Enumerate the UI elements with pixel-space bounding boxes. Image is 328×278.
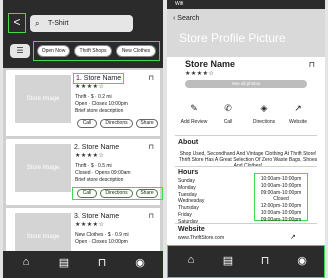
search-query: T-Shirt — [48, 20, 69, 27]
hours-value: 10:00am-10:00pm — [260, 176, 302, 182]
bottom-nav: ⌂ ▤ ⊓ ◉ — [167, 245, 325, 278]
profile-body: Store Name ★★★★☆ ⊓ See all photos ✎ Add … — [167, 57, 325, 245]
hours-value: 12:00pm-10:00pm — [260, 203, 302, 210]
store-image: Store Image — [15, 144, 71, 192]
about-title: About — [178, 139, 199, 146]
action-label: Add Review — [180, 119, 208, 125]
call-button[interactable]: Call — [77, 189, 97, 198]
day-label: Friday — [178, 211, 192, 218]
saved-icon[interactable]: ⊓ — [93, 256, 111, 269]
hours-value: 09:00am-10:00pm — [260, 189, 302, 196]
store-profile-screen: Wifi ‹ Search Store Profile Picture Stor… — [167, 0, 325, 278]
directions-button[interactable]: Directions — [100, 189, 133, 198]
store-actions: Call Directions Share — [72, 187, 163, 200]
star-rating: ★★★★☆ — [75, 153, 105, 159]
store-title[interactable]: 1. Store Name — [72, 73, 125, 84]
action-label: Website — [289, 119, 307, 125]
store-meta: New Clothes · $ · 0.9 mi — [75, 232, 129, 238]
home-icon[interactable]: ⌂ — [17, 256, 35, 268]
search-icon: ⌕ — [35, 19, 40, 28]
website-icon: ↗ — [294, 103, 302, 113]
see-all-photos-button[interactable]: See all photos — [185, 80, 307, 88]
hours-days: Sunday Monday Tuesday Wednesday Thursday… — [178, 178, 204, 226]
chip-new-clothes[interactable]: New Clothes — [116, 45, 156, 57]
profile-header: ‹ Search Store Profile Picture — [167, 9, 325, 57]
day-label: Tuesday — [178, 191, 197, 198]
star-rating: ★★★★☆ — [185, 71, 215, 77]
bookmark-icon[interactable]: ⊓ — [309, 60, 315, 69]
search-header: < ⌕ T-Shirt ☰ Open Now Thrift Shops New … — [3, 0, 163, 68]
hours-values: 10:00am-10:00pm 10:00am-10:00pm 09:00am-… — [254, 173, 308, 223]
store-image: Store Image — [15, 213, 71, 251]
store-hours: Open · Closes 10:00pm — [75, 101, 128, 107]
saved-icon[interactable]: ⊓ — [256, 254, 274, 267]
action-label: Directions — [252, 119, 276, 125]
directions-icon: ◈ — [260, 103, 268, 113]
bookmark-icon[interactable]: ⊓ — [149, 212, 154, 220]
directions-button[interactable]: Directions — [100, 119, 133, 128]
day-label: Monday — [178, 184, 196, 191]
store-name: Store Name — [185, 59, 236, 69]
store-card[interactable]: Store Image 3. Store Name ★★★★☆ ⊓ New Cl… — [6, 208, 160, 251]
hours-value: 10:00am-10:00pm — [260, 209, 302, 216]
share-button[interactable]: Share — [136, 119, 158, 128]
chip-open-now[interactable]: Open Now — [37, 45, 70, 57]
store-hours: Open · Closes 10:00pm — [75, 239, 128, 245]
day-label: Thursday — [178, 205, 199, 212]
add-review-action[interactable]: ✎ Add Review — [177, 102, 211, 125]
status-bar: Wifi — [167, 0, 325, 9]
search-results-screen: < ⌕ T-Shirt ☰ Open Now Thrift Shops New … — [3, 0, 163, 278]
search-input[interactable]: ⌕ T-Shirt — [30, 15, 133, 32]
store-actions: Call Directions Share — [73, 119, 162, 130]
directions-action[interactable]: ◈ Directions — [247, 102, 281, 125]
hours-value: Closed — [273, 196, 289, 203]
store-description: Brief store description — [75, 108, 124, 114]
filter-settings-button[interactable]: ☰ — [10, 44, 30, 58]
share-button[interactable]: Share — [136, 189, 158, 198]
call-button[interactable]: Call — [77, 119, 97, 128]
website-link[interactable]: www.ThriftStore.com — [178, 235, 224, 241]
bottom-nav: ⌂ ▤ ⊓ ◉ — [3, 251, 163, 278]
day-label: Sunday — [178, 178, 195, 184]
store-description: Brief store description — [75, 177, 124, 183]
divider — [175, 135, 317, 136]
list-icon[interactable]: ▤ — [219, 254, 237, 267]
store-image: Store Image — [15, 75, 71, 123]
external-link-icon[interactable]: ↗ — [290, 233, 296, 241]
call-action[interactable]: ✆ Call — [211, 102, 245, 125]
hours-title: Hours — [178, 169, 199, 176]
website-action[interactable]: ↗ Website — [281, 102, 315, 125]
divider — [175, 166, 317, 167]
filter-chips: Open Now Thrift Shops New Clothes — [33, 41, 160, 61]
store-card[interactable]: Store Image 2. Store Name ★★★★☆ ⊓ Thrift… — [6, 139, 163, 205]
bookmark-icon[interactable]: ⊓ — [149, 143, 154, 151]
chip-thrift-shops[interactable]: Thrift Shops — [74, 45, 112, 57]
store-meta: Thrift · $ · 0.5 mi — [75, 163, 112, 169]
profile-icon[interactable]: ◉ — [293, 254, 311, 267]
store-card[interactable]: Store Image 1. Store Name ★★★★☆ ⊓ Thrift… — [6, 70, 160, 136]
bookmark-icon[interactable]: ⊓ — [149, 74, 154, 82]
website-title: Website — [178, 226, 205, 233]
store-profile-picture: Store Profile Picture — [179, 31, 286, 45]
star-rating: ★★★★☆ — [75, 84, 105, 90]
store-meta: Thrift · $ · 0.2 mi — [75, 94, 112, 100]
phone-icon: ✆ — [224, 103, 232, 113]
store-list: Store Image 1. Store Name ★★★★☆ ⊓ Thrift… — [3, 68, 163, 251]
hours-value: 10:00am-10:00pm — [260, 182, 302, 189]
star-rating: ★★★★☆ — [75, 222, 105, 228]
back-button[interactable]: < — [8, 13, 26, 33]
divider — [175, 223, 317, 224]
review-icon: ✎ — [190, 103, 198, 113]
day-label: Wednesday — [178, 198, 205, 205]
store-title[interactable]: 3. Store Name — [74, 212, 119, 221]
list-icon[interactable]: ▤ — [55, 256, 73, 269]
action-label: Call — [223, 119, 233, 125]
store-title[interactable]: 2. Store Name — [74, 143, 119, 152]
home-icon[interactable]: ⌂ — [182, 254, 200, 266]
back-to-search-button[interactable]: ‹ Search — [173, 15, 199, 22]
store-hours: Closed · Opens 09:00am — [75, 170, 131, 176]
profile-icon[interactable]: ◉ — [131, 256, 149, 269]
wifi-status: Wifi — [175, 1, 184, 7]
